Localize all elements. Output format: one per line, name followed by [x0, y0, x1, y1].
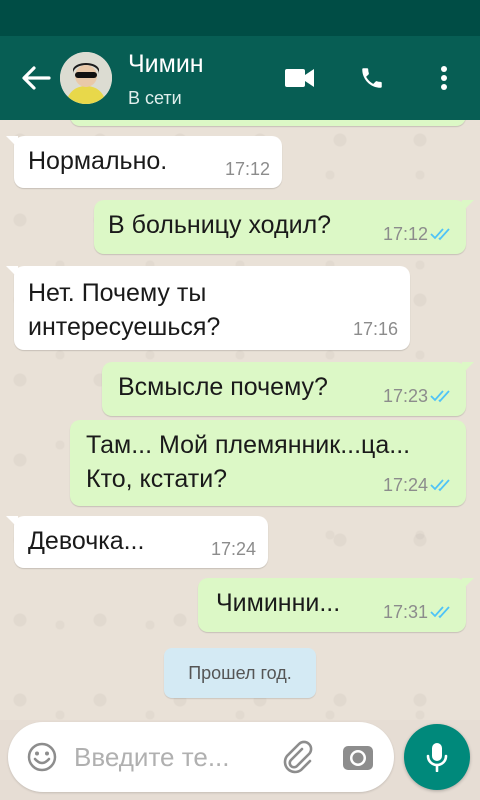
message-text: интересуешься? — [28, 313, 221, 341]
double-check-icon — [430, 606, 450, 619]
message-text: Там... Мой племянник...ца... — [86, 431, 411, 459]
composer — [8, 722, 394, 792]
voice-call-button[interactable] — [352, 58, 392, 98]
back-button[interactable] — [18, 62, 54, 94]
phone-icon — [362, 68, 382, 88]
message-text: Нормально. — [28, 147, 168, 175]
message-text: Чиминни... — [216, 589, 341, 617]
double-check-icon — [430, 479, 450, 492]
video-camera-icon — [285, 69, 314, 87]
menu-button[interactable] — [424, 58, 464, 98]
message-bubble-outgoing[interactable]: Всмысле почему? 17:23 — [102, 362, 474, 416]
message-time: 17:31 — [382, 602, 428, 622]
microphone-icon — [426, 743, 448, 772]
microphone-button[interactable] — [404, 724, 470, 790]
avatar[interactable] — [60, 52, 112, 104]
message-time: 17:24 — [382, 475, 428, 495]
date-notice: Прошел год. — [164, 648, 316, 698]
message-text: Нет. Почему ты — [28, 279, 207, 307]
more-vert-icon — [441, 66, 447, 90]
double-check-icon — [430, 228, 450, 241]
message-input[interactable] — [74, 736, 264, 778]
message-bubble-partial — [70, 120, 466, 126]
message-time: 17:23 — [382, 386, 428, 406]
double-check-icon — [430, 390, 450, 403]
message-meta: 17:31 — [383, 595, 454, 629]
message-bubble-incoming[interactable]: Нормально. 17:12 — [6, 136, 282, 188]
message-time: 17:24 — [210, 539, 256, 559]
message-text: Всмысле почему? — [118, 373, 328, 401]
message-bubble-incoming[interactable]: Нет. Почему ты интересуешься? 17:16 — [6, 266, 410, 350]
message-bubble-outgoing[interactable]: В больницу ходил? 17:12 — [94, 200, 474, 254]
message-bubble-outgoing[interactable]: Там... Мой племянник...ца... Кто, кстати… — [70, 420, 466, 506]
video-call-button[interactable] — [280, 58, 320, 98]
message-time: 17:12 — [224, 159, 270, 179]
message-text: В больницу ходил? — [108, 211, 332, 239]
message-meta: 17:12 — [383, 217, 454, 251]
arrow-left-icon — [22, 66, 51, 90]
emoji-icon[interactable] — [26, 741, 58, 773]
message-bubble-outgoing[interactable]: Чиминни... 17:31 — [198, 578, 474, 632]
message-bubble-incoming[interactable]: Девочка... 17:24 — [6, 516, 268, 568]
message-text: Девочка... — [28, 527, 145, 555]
paperclip-icon[interactable] — [280, 739, 316, 775]
contact-name[interactable]: Чимин — [128, 50, 204, 79]
message-time: 17:12 — [382, 224, 428, 244]
message-meta: 17:24 — [383, 468, 454, 502]
contact-status: В сети — [128, 88, 182, 108]
chat-header: Чимин В сети — [0, 36, 480, 120]
message-text: Кто, кстати? — [86, 465, 228, 493]
message-list[interactable]: Нормально. 17:12 В больницу ходил? 17:12… — [0, 120, 480, 720]
status-bar — [0, 0, 480, 36]
camera-icon[interactable] — [340, 739, 376, 775]
message-meta: 17:23 — [383, 379, 454, 413]
message-time: 17:16 — [352, 319, 398, 339]
